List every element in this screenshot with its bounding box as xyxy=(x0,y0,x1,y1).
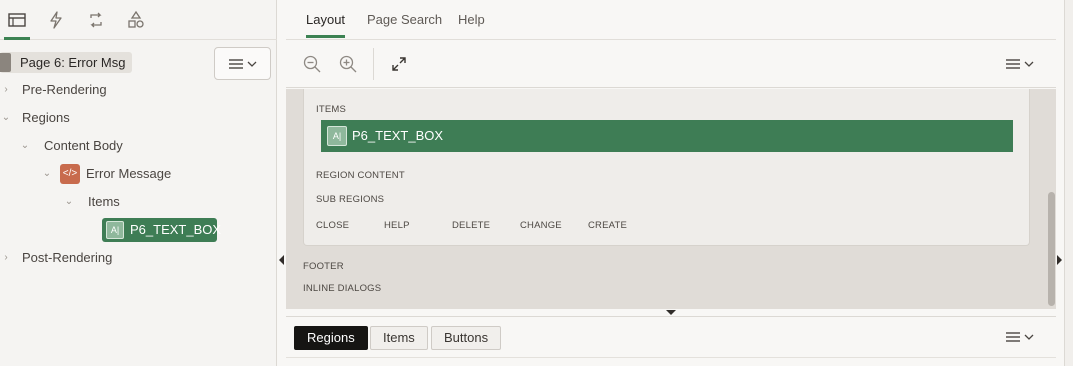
tree-label: Post-Rendering xyxy=(22,250,113,265)
page-designer: Page 6: Error Msg › Pre-Rendering ⌄ Regi… xyxy=(0,0,1073,366)
left-tab-bar xyxy=(0,0,277,40)
text-field-icon: A| xyxy=(106,221,124,239)
chevron-down-icon[interactable]: ⌄ xyxy=(41,164,53,184)
region-code-icon: </> xyxy=(60,164,80,184)
close-position-label[interactable]: CLOSE xyxy=(316,220,349,231)
tab-page-search[interactable]: Page Search xyxy=(367,0,442,40)
tree-label: Pre-Rendering xyxy=(22,82,107,97)
tree-menu-button[interactable] xyxy=(214,47,271,80)
page-node[interactable]: Page 6: Error Msg xyxy=(0,52,132,73)
rendering-tree-panel: Page 6: Error Msg › Pre-Rendering ⌄ Regi… xyxy=(0,0,277,366)
hamburger-icon xyxy=(228,58,243,69)
tab-layout[interactable]: Layout xyxy=(306,0,346,40)
page-title: Page 6: Error Msg xyxy=(20,55,126,70)
dynamic-actions-tab-icon[interactable] xyxy=(45,9,67,31)
delete-position-label[interactable]: DELETE xyxy=(452,220,490,231)
chevron-down-icon xyxy=(1024,61,1034,67)
text-field-icon: A| xyxy=(327,126,347,146)
create-position-label[interactable]: CREATE xyxy=(588,220,627,231)
layout-toolbar xyxy=(286,40,1056,88)
items-position-label: ITEMS xyxy=(316,104,347,115)
zoom-out-icon[interactable] xyxy=(300,52,324,76)
footer-position-label[interactable]: FOOTER xyxy=(303,261,344,272)
chevron-down-icon[interactable]: ⌄ xyxy=(0,108,12,128)
hamburger-icon xyxy=(1006,59,1020,69)
gallery-tab-items[interactable]: Items xyxy=(370,326,428,350)
toolbar-divider xyxy=(373,48,374,80)
collapse-left-arrow-icon[interactable] xyxy=(279,255,285,265)
region-card[interactable]: ITEMS A| P6_TEXT_BOX REGION CONTENT SUB … xyxy=(303,89,1030,246)
rendering-tab-icon[interactable] xyxy=(4,9,30,40)
gallery-divider xyxy=(286,357,1056,358)
gallery-tab-buttons[interactable]: Buttons xyxy=(431,326,502,350)
tree-node-p6-text-box[interactable]: A| P6_TEXT_BOX xyxy=(102,218,221,242)
chevron-right-icon[interactable]: › xyxy=(0,248,12,268)
tree-label: Items xyxy=(88,194,120,209)
layout-canvas[interactable]: ITEMS A| P6_TEXT_BOX REGION CONTENT SUB … xyxy=(286,89,1056,309)
property-editor-edge[interactable] xyxy=(1064,0,1073,366)
gallery-menu-button[interactable] xyxy=(1002,325,1038,349)
tab-help[interactable]: Help xyxy=(458,0,485,40)
expand-icon[interactable] xyxy=(387,52,411,76)
change-position-label[interactable]: CHANGE xyxy=(520,220,562,231)
gallery-panel: Regions Items Buttons xyxy=(286,316,1056,366)
layout-menu-button[interactable] xyxy=(1002,52,1038,76)
zoom-in-icon[interactable] xyxy=(336,52,360,76)
collapse-right-arrow-icon[interactable] xyxy=(1057,255,1063,265)
hamburger-icon xyxy=(1006,332,1020,342)
chevron-down-icon xyxy=(247,61,256,67)
gallery-tab-regions[interactable]: Regions xyxy=(294,326,368,350)
help-position-label[interactable]: HELP xyxy=(384,220,410,231)
region-content-position-label[interactable]: REGION CONTENT xyxy=(316,170,405,181)
shared-components-tab-icon[interactable] xyxy=(125,9,147,31)
layout-item-p6-text-box[interactable]: A| P6_TEXT_BOX xyxy=(321,120,1013,152)
layout-item-label: P6_TEXT_BOX xyxy=(352,128,444,143)
tree-label: Regions xyxy=(22,110,70,125)
chevron-down-icon[interactable]: ⌄ xyxy=(63,192,75,212)
layout-pane: Layout Page Search Help ITEMS A| P6_TEXT… xyxy=(286,0,1056,366)
processing-tab-icon[interactable] xyxy=(85,9,107,31)
canvas-scrollbar[interactable] xyxy=(1048,192,1055,306)
tree-label: Error Message xyxy=(86,166,172,181)
chevron-down-icon[interactable]: ⌄ xyxy=(19,136,31,156)
tree-label: Content Body xyxy=(44,138,123,153)
sub-regions-position-label[interactable]: SUB REGIONS xyxy=(316,194,384,205)
chevron-down-icon xyxy=(1024,334,1034,340)
chevron-right-icon[interactable]: › xyxy=(0,80,12,100)
page-icon xyxy=(0,53,11,72)
tree-label: P6_TEXT_BOX xyxy=(130,222,222,237)
inline-dialogs-position-label[interactable]: INLINE DIALOGS xyxy=(303,283,381,294)
center-tab-bar: Layout Page Search Help xyxy=(286,0,1056,40)
